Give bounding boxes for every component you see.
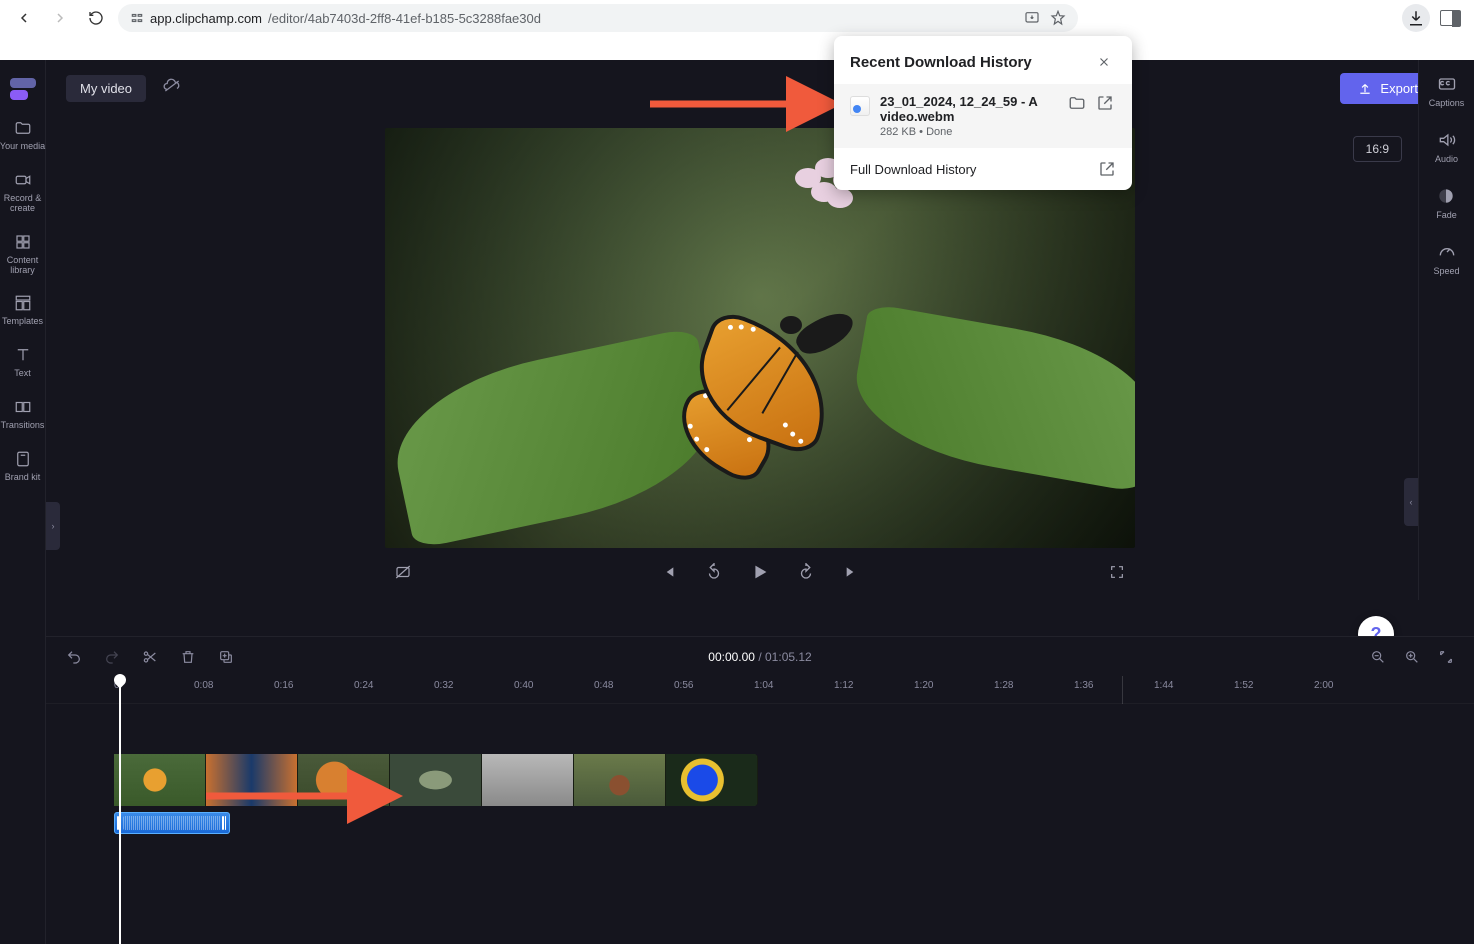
show-in-folder-icon[interactable] — [1068, 94, 1088, 114]
ruler-tick: 1:12 — [834, 680, 853, 691]
rewind-button[interactable] — [702, 560, 726, 584]
undo-button[interactable] — [64, 647, 84, 667]
clip-thumbnail — [574, 754, 666, 806]
close-icon[interactable] — [1092, 50, 1116, 74]
sidebar-templates[interactable]: Templates — [0, 293, 46, 327]
export-label: Export — [1380, 81, 1418, 96]
file-name-line2: video.webm — [880, 109, 954, 124]
app-logo[interactable] — [10, 78, 36, 100]
ruler-tick: 0:08 — [194, 680, 213, 691]
download-item[interactable]: 23_01_2024, 12_24_59 - A video.webm 282 … — [834, 84, 1132, 148]
clip-thumbnail — [666, 754, 758, 806]
open-external-icon[interactable] — [1096, 94, 1116, 114]
ruler-tick: 1:44 — [1154, 680, 1173, 691]
full-history-link[interactable]: Full Download History — [834, 148, 1132, 190]
forward-button[interactable] — [46, 4, 74, 32]
sidebar-content-library[interactable]: Content library — [0, 232, 46, 276]
sidebar-expand-button[interactable]: › — [46, 502, 60, 550]
brand-kit-icon — [13, 449, 33, 469]
ruler-tick: 0:16 — [274, 680, 293, 691]
ruler-tick: 1:36 — [1074, 680, 1093, 691]
ruler-tick: 1:20 — [914, 680, 933, 691]
fullscreen-button[interactable] — [1105, 560, 1129, 584]
forward-button[interactable] — [794, 560, 818, 584]
crop-icon[interactable] — [391, 560, 415, 584]
folder-icon — [13, 118, 33, 138]
clip-thumbnail — [114, 754, 206, 806]
file-name-line1: 23_01_2024, 12_24_59 - A — [880, 94, 1038, 109]
fit-timeline-button[interactable] — [1436, 647, 1456, 667]
skip-end-button[interactable] — [840, 560, 864, 584]
browser-toolbar: app.clipchamp.com/editor/4ab7403d-2ff8-4… — [0, 0, 1474, 36]
file-type-icon — [850, 96, 870, 116]
bookmark-star-icon[interactable] — [1050, 10, 1066, 26]
annotation-arrow-bottom — [194, 782, 394, 827]
sidebar-brand-kit[interactable]: Brand kit — [0, 449, 46, 483]
side-panel-button[interactable] — [1436, 4, 1464, 32]
file-size: 282 KB — [880, 126, 916, 138]
split-button[interactable] — [140, 647, 160, 667]
timecode-display: 00:00.00 / 01:05.12 — [708, 650, 811, 664]
templates-icon — [13, 293, 33, 313]
project-name-input[interactable]: My video — [66, 75, 146, 102]
ruler-tick: 2:00 — [1314, 680, 1333, 691]
text-icon — [13, 345, 33, 365]
ruler-tick: 0:24 — [354, 680, 373, 691]
downloads-button[interactable] — [1402, 4, 1430, 32]
play-button[interactable] — [748, 560, 772, 584]
captions-icon — [1437, 74, 1457, 94]
install-app-icon[interactable] — [1024, 10, 1040, 26]
delete-button[interactable] — [178, 647, 198, 667]
transitions-icon — [13, 397, 33, 417]
address-bar[interactable]: app.clipchamp.com/editor/4ab7403d-2ff8-4… — [118, 4, 1078, 32]
video-preview[interactable] — [385, 128, 1135, 548]
timeline-ruler[interactable]: 00:080:160:240:320:400:480:561:041:121:2… — [46, 676, 1474, 704]
playhead-line — [119, 684, 121, 948]
camera-icon — [13, 170, 33, 190]
download-history-popup: Recent Download History 23_01_2024, 12_2… — [834, 36, 1132, 190]
url-domain: app.clipchamp.com — [150, 11, 262, 26]
timeline-toolbar: 00:00.00 / 01:05.12 — [46, 636, 1474, 676]
ruler-tick: 1:04 — [754, 680, 773, 691]
url-path: /editor/4ab7403d-2ff8-41ef-b185-5c3288fa… — [268, 11, 541, 26]
left-sidebar: Your media Record & create Content libra… — [0, 60, 46, 944]
clip-thumbnail — [390, 754, 482, 806]
player-controls — [385, 552, 1135, 592]
sidebar-text[interactable]: Text — [0, 345, 46, 379]
clip-thumbnail — [482, 754, 574, 806]
sidebar-your-media[interactable]: Your media — [0, 118, 46, 152]
redo-button[interactable] — [102, 647, 122, 667]
open-external-icon — [1098, 160, 1116, 178]
ruler-tick: 0:56 — [674, 680, 693, 691]
ruler-tick: 1:28 — [994, 680, 1013, 691]
duplicate-button[interactable] — [216, 647, 236, 667]
skip-start-button[interactable] — [656, 560, 680, 584]
sidebar-record-create[interactable]: Record & create — [0, 170, 46, 214]
zoom-out-button[interactable] — [1368, 647, 1388, 667]
reload-button[interactable] — [82, 4, 110, 32]
sidebar-transitions[interactable]: Transitions — [0, 397, 46, 431]
file-status: Done — [926, 126, 952, 138]
annotation-arrow-top — [650, 84, 840, 129]
zoom-in-button[interactable] — [1402, 647, 1422, 667]
ruler-tick: 0:40 — [514, 680, 533, 691]
ruler-tick: 0:32 — [434, 680, 453, 691]
ruler-tick: 0:48 — [594, 680, 613, 691]
upload-icon — [1358, 81, 1372, 95]
back-button[interactable] — [10, 4, 38, 32]
popup-title: Recent Download History — [850, 54, 1032, 71]
site-settings-icon — [130, 11, 144, 25]
library-icon — [13, 232, 33, 252]
ruler-tick: 1:52 — [1234, 680, 1253, 691]
sidebar-captions[interactable]: Captions — [1429, 74, 1465, 108]
cloud-sync-icon[interactable] — [162, 76, 182, 101]
